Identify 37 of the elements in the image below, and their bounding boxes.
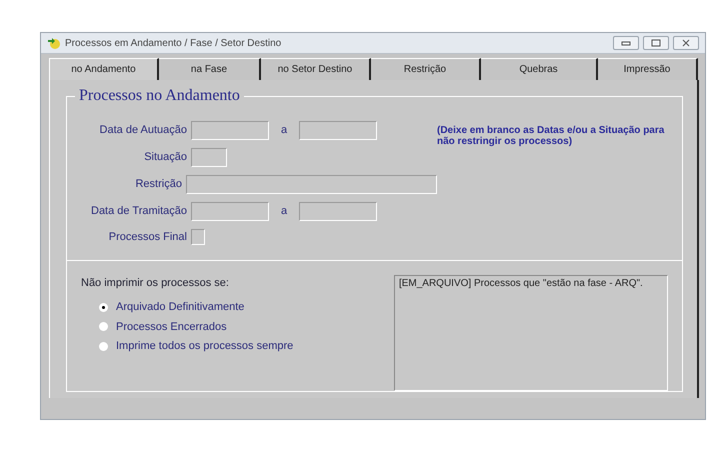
tab[interactable]: no Andamento	[49, 58, 159, 80]
range-separator: a	[280, 123, 288, 138]
tab[interactable]: na Fase	[159, 58, 261, 80]
range-separator: a	[280, 204, 288, 220]
date-field[interactable]	[299, 202, 378, 221]
tab[interactable]: Quebras	[481, 58, 598, 80]
date-field[interactable]	[191, 202, 269, 221]
radio-button[interactable]	[99, 302, 108, 312]
option-label: Arquivado Definitivamente	[116, 300, 244, 315]
close-icon	[681, 39, 691, 47]
field-label: Data de Tramitação	[90, 204, 187, 220]
tab[interactable]: no Setor Destino	[261, 58, 371, 80]
field-label: Restrição	[134, 177, 182, 192]
maximize-icon	[651, 39, 661, 47]
radio-button[interactable]	[99, 342, 108, 351]
option-label: Processos Encerrados	[116, 320, 227, 334]
date-field[interactable]	[191, 121, 269, 140]
description-box: [EM_ARQUIVO] Processos que "estão na fase - ARQ".	[394, 274, 668, 390]
print-options-label: Não imprimir os processos se:	[81, 276, 230, 290]
checkbox[interactable]	[191, 229, 205, 246]
radio-button[interactable]	[99, 322, 108, 332]
minimize-icon	[621, 40, 631, 46]
window-title: Processos em Andamento / Fase / Setor Destino	[65, 36, 282, 50]
maximize-button[interactable]	[643, 36, 669, 50]
field-label: Processos Final	[108, 230, 187, 245]
field-label: Data de Autuação	[98, 123, 187, 138]
option-label: Imprime todos os processos sempre	[116, 339, 294, 354]
status-field[interactable]	[191, 148, 227, 167]
app-icon	[47, 36, 61, 50]
tab[interactable]: Restrição	[371, 58, 481, 80]
field-label: Situação	[143, 150, 187, 166]
restriction-field[interactable]	[186, 175, 437, 194]
minimize-button[interactable]	[613, 36, 639, 50]
date-field[interactable]	[299, 121, 378, 140]
hint-text: (Deixe em branco as Datas e/ou a Situação para não restringir os processos)	[437, 124, 666, 149]
close-button[interactable]	[673, 36, 699, 50]
tab[interactable]: Impressão	[598, 58, 698, 80]
